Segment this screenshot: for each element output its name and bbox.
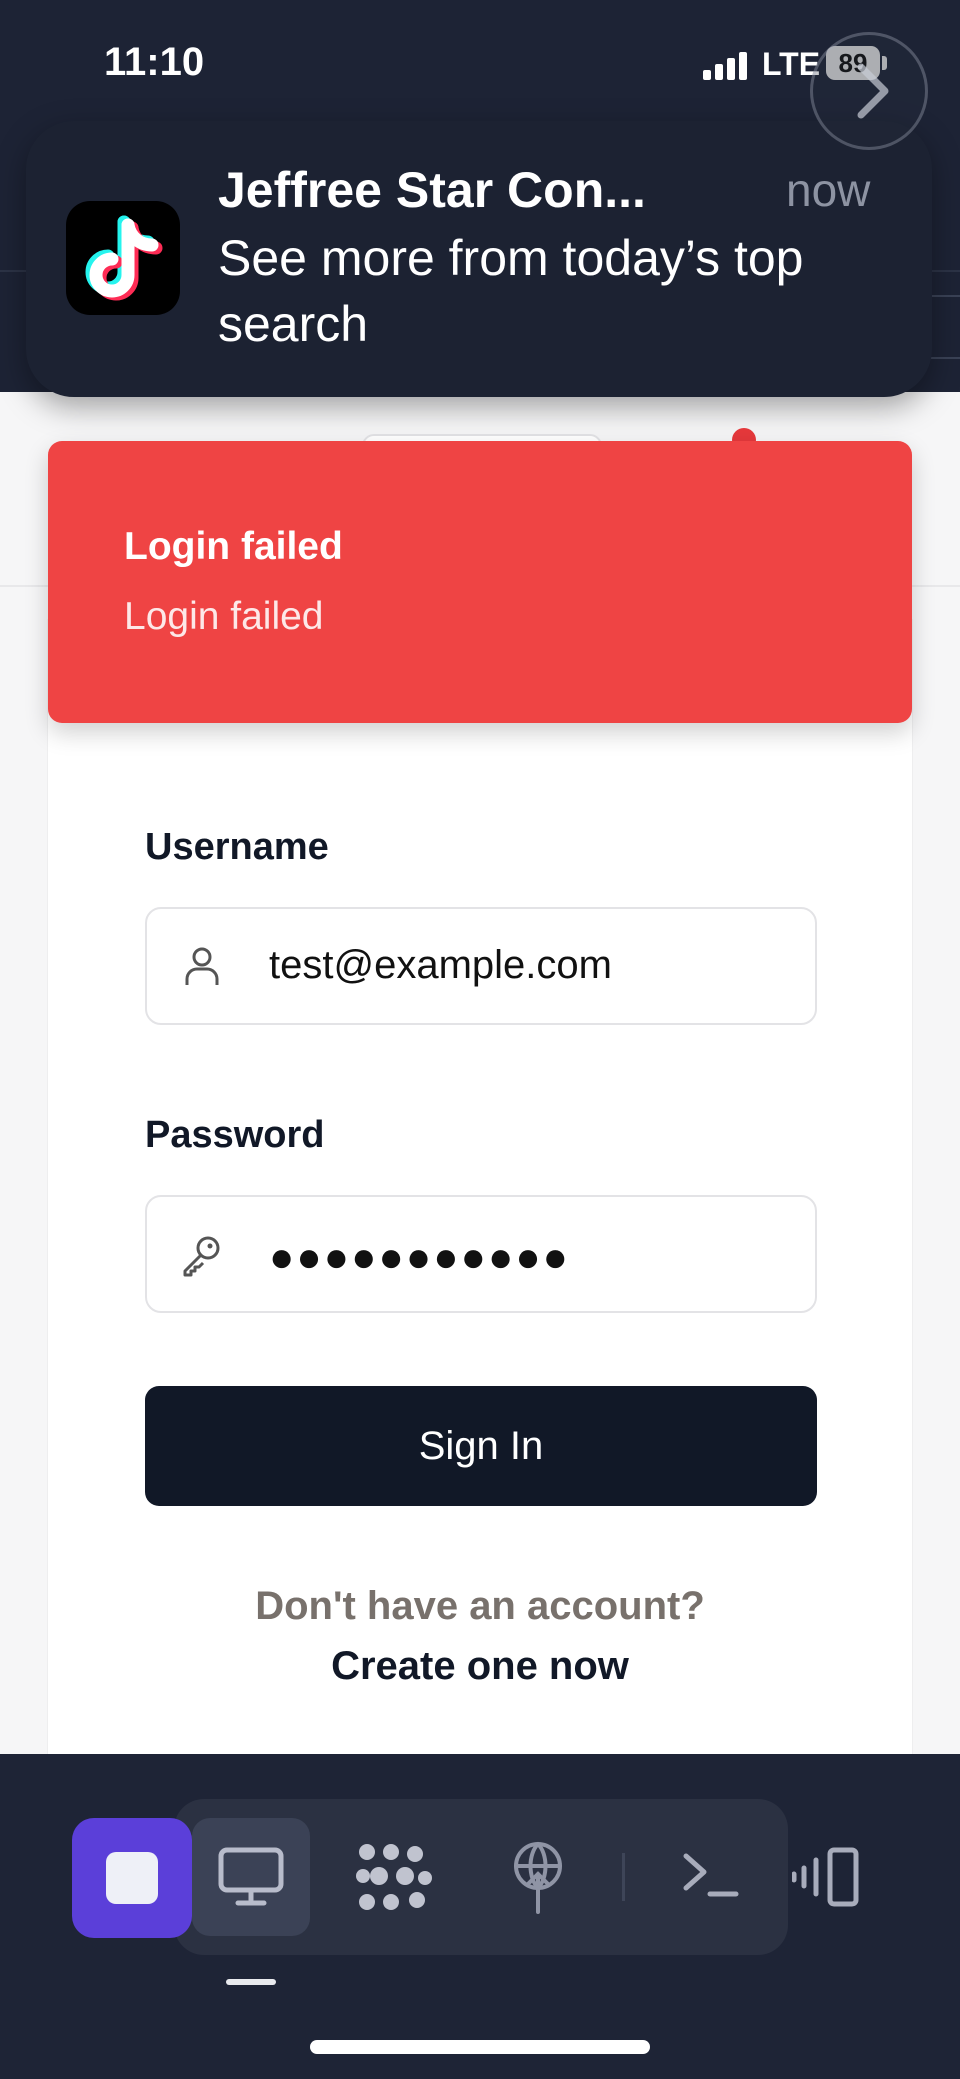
password-value: ●●●●●●●●●●● <box>269 1233 571 1280</box>
active-indicator <box>226 1979 276 1985</box>
dock-separator <box>622 1853 625 1901</box>
username-label: Username <box>145 826 329 868</box>
monitor-icon[interactable] <box>216 1846 286 1908</box>
terminal-icon[interactable] <box>680 1850 740 1902</box>
tiktok-icon <box>66 201 180 315</box>
no-account-text: Don't have an account? <box>255 1584 705 1628</box>
stop-button[interactable] <box>72 1818 192 1938</box>
toast-title: Login failed <box>124 525 343 568</box>
notification-title: Jeffree Star Con... <box>218 162 646 218</box>
username-value: test@example.com <box>269 943 612 987</box>
home-indicator[interactable] <box>310 2040 650 2054</box>
chevron-right-icon <box>857 63 889 119</box>
chevron-right-button[interactable] <box>810 32 928 150</box>
notification-body: See more from today’s top search <box>218 230 804 352</box>
password-input[interactable]: ●●●●●●●●●●● <box>145 1195 817 1313</box>
stop-icon <box>106 1852 158 1904</box>
devices-icon[interactable] <box>792 1846 864 1910</box>
signal-icon <box>703 52 747 80</box>
user-icon <box>185 947 219 985</box>
push-notification[interactable]: Jeffree Star Con... now See more from to… <box>26 121 932 397</box>
antenna-icon[interactable] <box>506 1840 570 1916</box>
username-input[interactable]: test@example.com <box>145 907 817 1025</box>
status-time: 11:10 <box>104 40 205 84</box>
create-account-link[interactable]: Create one now <box>0 1644 960 1689</box>
error-toast[interactable]: Login failed Login failed <box>48 441 912 723</box>
cluster-icon[interactable] <box>355 1842 433 1914</box>
sign-in-button[interactable]: Sign In <box>145 1386 817 1506</box>
notification-time: now <box>786 164 871 216</box>
toast-description: Login failed <box>124 595 324 638</box>
key-icon <box>183 1236 220 1277</box>
password-label: Password <box>145 1114 325 1156</box>
